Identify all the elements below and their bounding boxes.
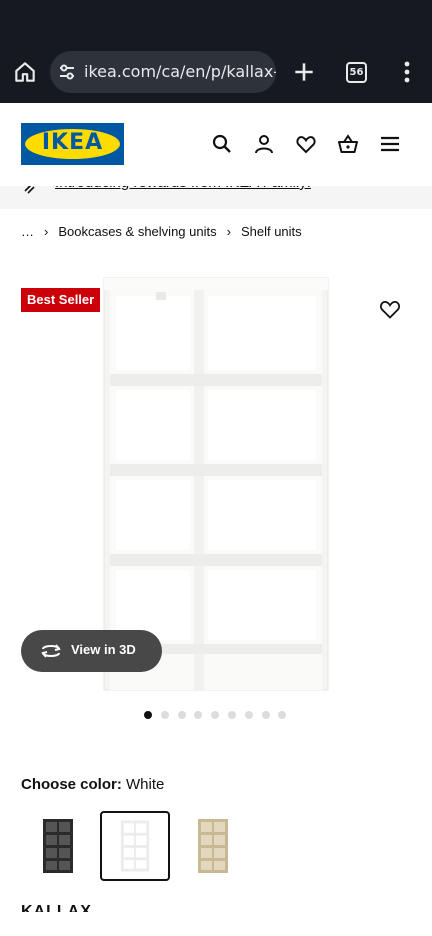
product-image[interactable] xyxy=(96,272,336,692)
gallery-dot[interactable] xyxy=(177,711,186,719)
new-tab-icon[interactable] xyxy=(291,59,317,85)
gallery-dot[interactable] xyxy=(228,711,236,719)
gallery-dot[interactable] xyxy=(278,711,287,719)
logo-text: IKEA xyxy=(41,130,104,155)
menu-icon[interactable] xyxy=(379,133,401,155)
breadcrumb-bookcases[interactable]: Bookcases & shelving units xyxy=(58,224,216,239)
swatch-oak-image xyxy=(198,819,228,873)
favorites-icon[interactable] xyxy=(295,133,317,155)
gallery-dot[interactable] xyxy=(261,711,270,719)
view-in-3d-button[interactable]: View in 3D xyxy=(21,630,162,672)
site-settings-icon[interactable] xyxy=(58,63,76,81)
more-menu-icon[interactable] xyxy=(396,59,418,85)
gallery-dot[interactable] xyxy=(194,711,203,719)
home-icon[interactable] xyxy=(12,59,38,85)
gallery-dot[interactable] xyxy=(244,711,253,719)
chevron-right-icon: › xyxy=(44,224,49,239)
best-seller-badge: Best Seller xyxy=(21,288,101,312)
chevron-right-icon: › xyxy=(226,224,231,239)
status-bar xyxy=(0,0,432,40)
add-to-favorites-icon[interactable] xyxy=(378,297,402,321)
breadcrumb-shelf-units[interactable]: Shelf units xyxy=(241,224,302,239)
tab-switcher-button[interactable]: 56 xyxy=(346,62,367,83)
cart-icon[interactable] xyxy=(337,133,359,155)
swatch-black-brown[interactable] xyxy=(23,811,93,881)
color-value: White xyxy=(126,776,165,793)
account-icon[interactable] xyxy=(253,133,275,155)
url-text: ikea.com/ca/en/p/kallax- xyxy=(84,62,276,81)
breadcrumb-ellipsis[interactable]: … xyxy=(21,224,34,239)
address-bar[interactable]: ikea.com/ca/en/p/kallax- xyxy=(50,51,276,93)
ikea-logo[interactable]: IKEA xyxy=(21,123,124,165)
color-chooser-label: Choose color: White xyxy=(21,776,164,793)
browser-toolbar: ikea.com/ca/en/p/kallax- 56 xyxy=(0,40,432,103)
gallery-dot[interactable] xyxy=(160,711,169,719)
color-label: Choose color: xyxy=(21,776,122,793)
swatch-white[interactable] xyxy=(100,811,170,881)
gallery-dot[interactable] xyxy=(211,711,220,719)
search-icon[interactable] xyxy=(211,133,233,155)
rotate-3d-icon xyxy=(41,644,61,658)
swatch-black-brown-image xyxy=(43,819,73,873)
product-name: KALLAX xyxy=(21,903,92,912)
swatch-white-image xyxy=(120,820,150,872)
site-header: IKEA xyxy=(0,103,432,186)
view-in-3d-label: View in 3D xyxy=(71,642,136,657)
swatch-white-stained-oak[interactable] xyxy=(178,811,248,881)
breadcrumb: … › Bookcases & shelving units › Shelf units xyxy=(21,224,302,239)
gallery-dot[interactable] xyxy=(144,711,152,719)
